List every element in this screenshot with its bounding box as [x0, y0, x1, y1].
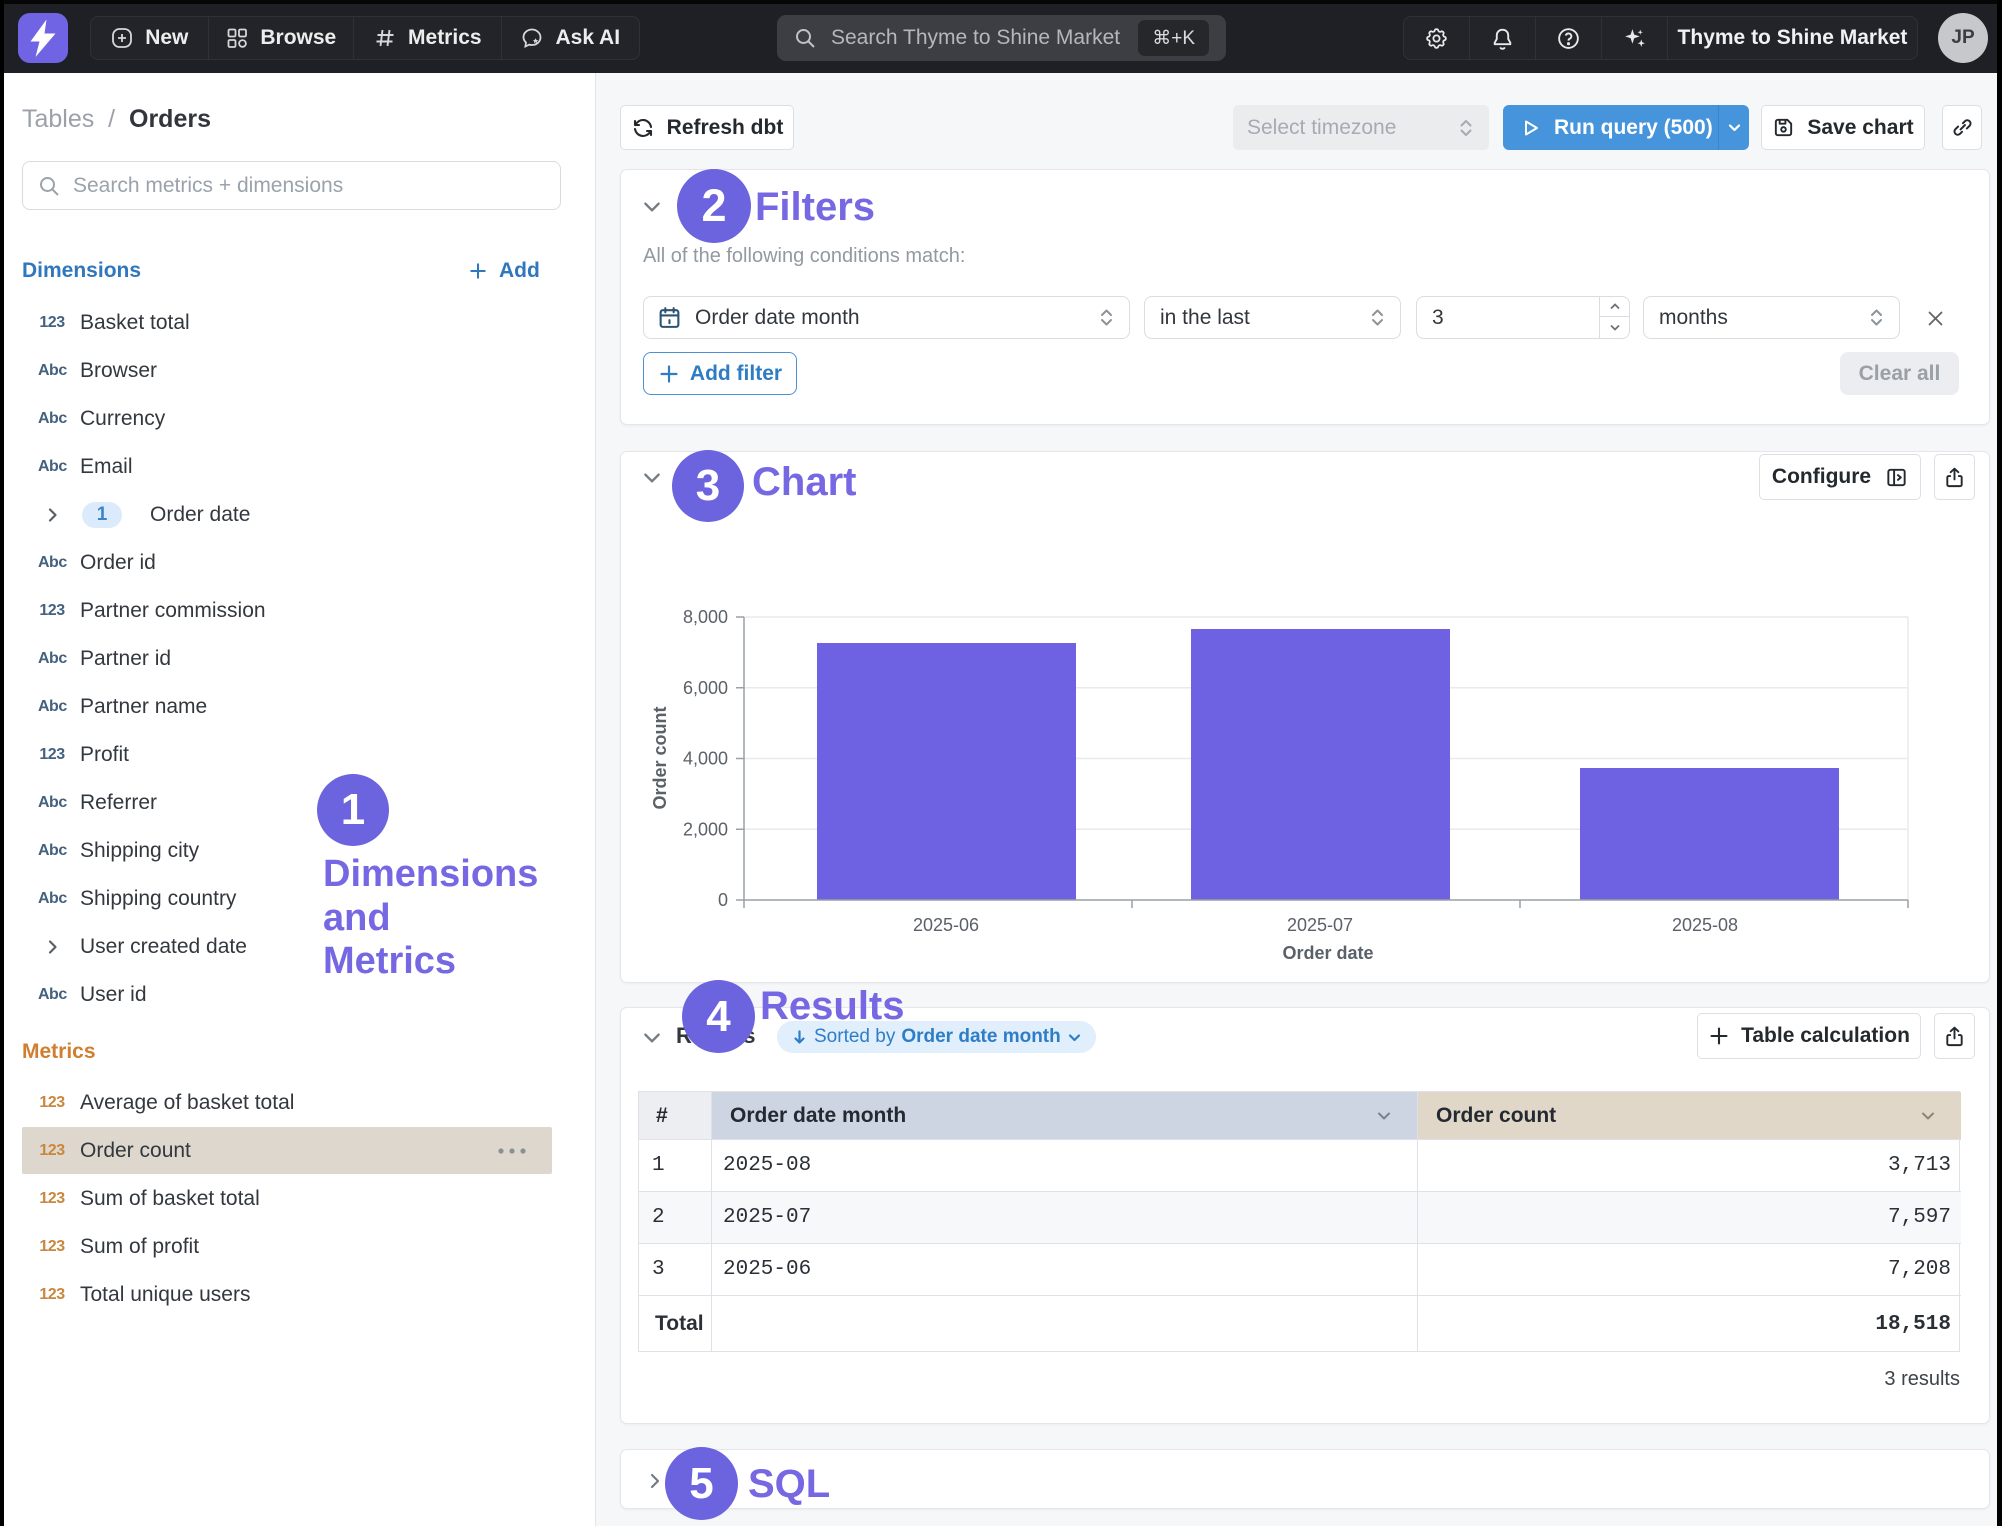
svg-text:Order count: Order count [650, 706, 670, 809]
svg-text:8,000: 8,000 [683, 607, 728, 627]
svg-text:2025-06: 2025-06 [913, 915, 979, 935]
svg-text:4,000: 4,000 [683, 749, 728, 769]
svg-text:0: 0 [718, 890, 728, 910]
svg-text:Order date: Order date [1282, 943, 1373, 963]
svg-text:2,000: 2,000 [683, 819, 728, 839]
svg-text:6,000: 6,000 [683, 678, 728, 698]
svg-text:2025-07: 2025-07 [1287, 915, 1353, 935]
svg-text:2025-08: 2025-08 [1672, 915, 1738, 935]
